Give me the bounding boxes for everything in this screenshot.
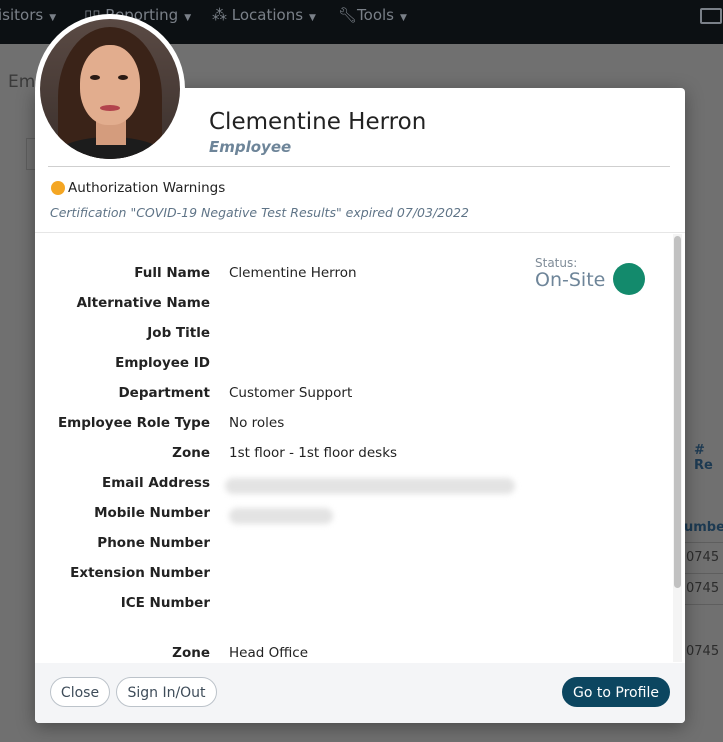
field-label-zone: Zone bbox=[172, 445, 210, 461]
warning-dot-icon bbox=[51, 181, 65, 195]
field-label-email-address: Email Address bbox=[101, 475, 210, 491]
employee-name: Clementine Herron bbox=[209, 109, 427, 135]
scrollbar-thumb[interactable] bbox=[674, 236, 681, 588]
wrench-icon: 🔧︎ bbox=[338, 6, 358, 24]
field-value-employee-role-type: No roles bbox=[229, 415, 285, 431]
sign-in-out-button[interactable]: Sign In/Out bbox=[116, 677, 217, 707]
mail-icon[interactable] bbox=[700, 8, 722, 24]
field-label-ice-number: ICE Number bbox=[120, 595, 210, 611]
field-label-phone-number: Phone Number bbox=[97, 535, 210, 551]
field-label-job-title: Job Title bbox=[147, 325, 210, 341]
nav-tools-label: Tools bbox=[357, 6, 394, 24]
email-redacted bbox=[225, 478, 515, 494]
field-value-zone-2: Head Office bbox=[229, 645, 308, 661]
avatar bbox=[35, 14, 185, 164]
details-scrollbar[interactable] bbox=[673, 234, 682, 662]
background-cell: 0745 bbox=[686, 644, 720, 659]
warning-detail: Certification "COVID-19 Negative Test Re… bbox=[50, 205, 469, 220]
background-cell: 0745 bbox=[686, 581, 720, 596]
background-page-title: Em bbox=[8, 72, 36, 92]
field-label-full-name: Full Name bbox=[134, 265, 210, 281]
nav-locations-label: Locations bbox=[231, 6, 304, 24]
field-label-alternative-name: Alternative Name bbox=[76, 295, 210, 311]
background-column-header: umbe bbox=[684, 520, 723, 535]
status-label: Status: bbox=[535, 256, 578, 270]
nav-locations[interactable]: ⁂ Locations ▼ bbox=[212, 6, 316, 24]
background-divider bbox=[684, 604, 723, 605]
field-label-employee-id: Employee ID bbox=[115, 355, 210, 371]
field-label-mobile-number: Mobile Number bbox=[94, 505, 210, 521]
background-cell: 0745 bbox=[686, 550, 720, 565]
employee-modal: Clementine Herron Employee Authorization… bbox=[35, 88, 685, 723]
employee-role: Employee bbox=[209, 138, 292, 156]
close-button[interactable]: Close bbox=[50, 677, 110, 707]
avatar-photo bbox=[40, 19, 180, 159]
header-divider bbox=[48, 166, 670, 167]
chevron-down-icon: ▼ bbox=[184, 13, 192, 23]
nav-tools[interactable]: 🔧︎Tools ▼ bbox=[338, 6, 407, 24]
field-label-department: Department bbox=[118, 385, 210, 401]
mobile-redacted bbox=[229, 508, 333, 524]
chevron-down-icon: ▼ bbox=[49, 13, 57, 23]
status-value: On-Site bbox=[535, 269, 606, 291]
warning-title: Authorization Warnings bbox=[68, 180, 226, 196]
field-value-department: Customer Support bbox=[229, 385, 353, 401]
field-label-zone-2: Zone bbox=[172, 645, 210, 661]
field-value-zone: 1st floor - 1st floor desks bbox=[229, 445, 398, 461]
chevron-down-icon: ▼ bbox=[400, 13, 407, 23]
chevron-down-icon: ▼ bbox=[309, 13, 316, 23]
nav-visitors[interactable]: isitors ▼ bbox=[0, 6, 56, 24]
go-to-profile-button[interactable]: Go to Profile bbox=[562, 677, 670, 707]
modal-footer: Close Sign In/Out Go to Profile bbox=[35, 663, 685, 723]
background-divider bbox=[684, 573, 723, 574]
field-value-full-name: Clementine Herron bbox=[229, 265, 357, 281]
background-column-header: # Re bbox=[694, 443, 713, 473]
nodes-icon: ⁂ bbox=[212, 6, 227, 24]
field-label-employee-role-type: Employee Role Type bbox=[57, 415, 210, 431]
background-divider bbox=[684, 542, 723, 543]
field-label-extension-number: Extension Number bbox=[70, 565, 210, 581]
details-scroll-area[interactable]: Status: On-Site Full Name Clementine Her… bbox=[35, 233, 671, 663]
status-dot-icon bbox=[613, 263, 645, 295]
nav-visitors-label: isitors bbox=[0, 6, 44, 24]
